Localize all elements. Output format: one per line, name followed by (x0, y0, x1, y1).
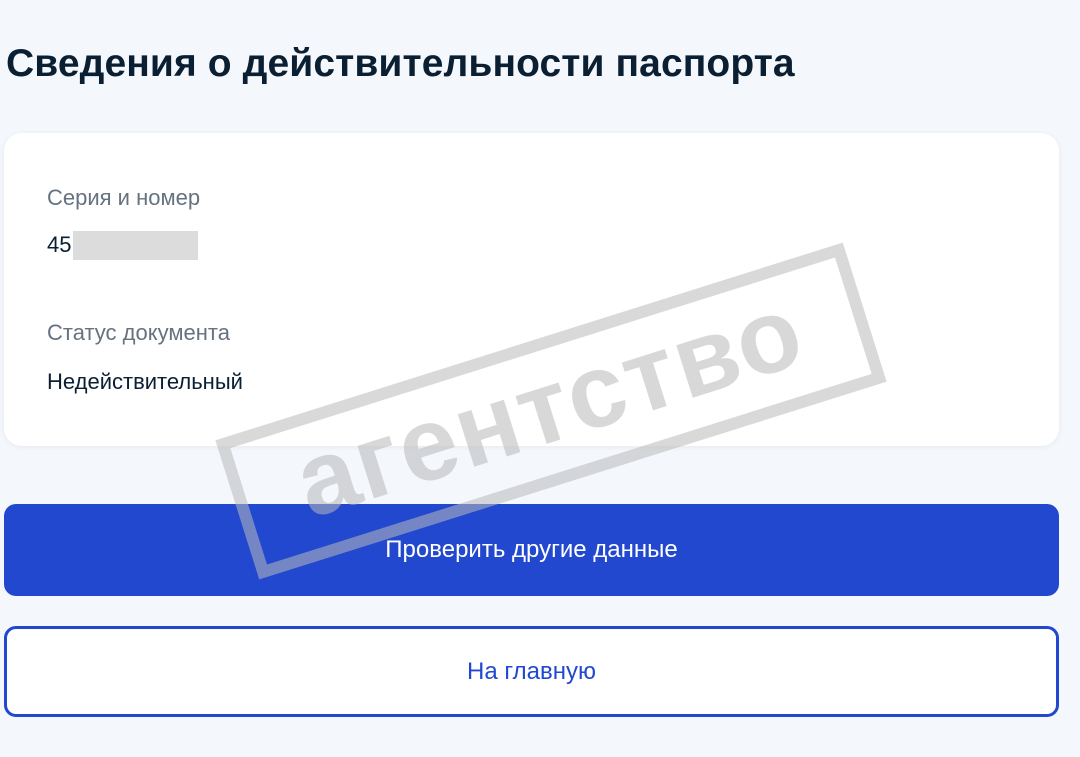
passport-info-card: Серия и номер 45 Статус документа Недейс… (4, 133, 1059, 446)
page-title: Сведения о действительности паспорта (6, 42, 795, 85)
go-home-button[interactable]: На главную (4, 626, 1059, 717)
series-number-visible-digits: 45 (47, 232, 72, 257)
series-number-redaction (73, 230, 199, 260)
document-status-value: Недействительный (47, 369, 243, 394)
document-status-label: Статус документа (47, 320, 230, 345)
check-other-data-button[interactable]: Проверить другие данные (4, 504, 1059, 596)
series-number-label: Серия и номер (47, 185, 201, 210)
series-number-value: 45 (47, 230, 199, 260)
